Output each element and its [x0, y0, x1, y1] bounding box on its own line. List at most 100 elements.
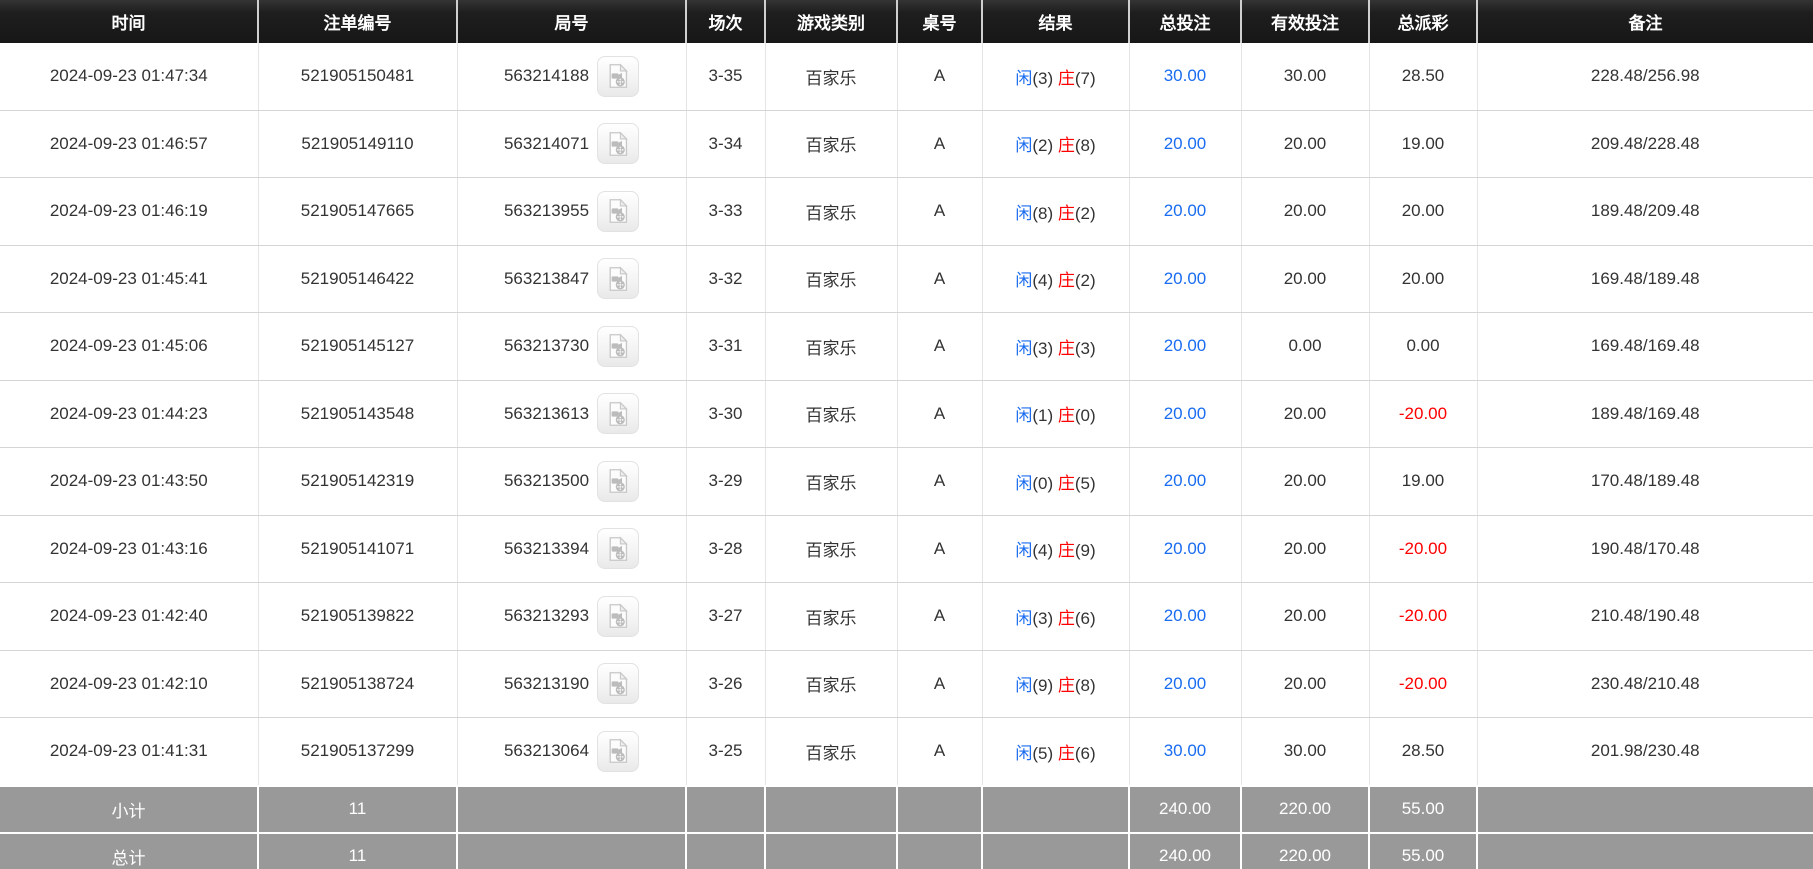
- cell-remark: 209.48/228.48: [1477, 110, 1813, 178]
- cell-payout: 20.00: [1369, 245, 1477, 313]
- video-replay-button[interactable]: [597, 326, 639, 367]
- video-file-icon: [605, 671, 631, 697]
- cell-valid-bet: 20.00: [1241, 178, 1369, 246]
- cell-remark: 201.98/230.48: [1477, 718, 1813, 786]
- video-replay-button[interactable]: [597, 393, 639, 434]
- column-header-game_type: 游戏类别: [765, 0, 897, 43]
- total-row: 总计11240.00220.0055.00: [0, 833, 1813, 869]
- player-result-score: (0): [1032, 474, 1053, 493]
- column-header-result: 结果: [982, 0, 1129, 43]
- cell-total-bet: 20.00: [1129, 448, 1241, 516]
- cell-round-id: 563213394: [457, 515, 686, 583]
- cell-game-type: 百家乐: [765, 583, 897, 651]
- footer-empty-result: [982, 786, 1129, 833]
- cell-valid-bet: 30.00: [1241, 43, 1369, 110]
- cell-game-type: 百家乐: [765, 245, 897, 313]
- cell-game-type: 百家乐: [765, 178, 897, 246]
- cell-bet-id: 521905145127: [258, 313, 457, 381]
- round-number: 563213394: [504, 539, 589, 559]
- cell-bet-id: 521905137299: [258, 718, 457, 786]
- cell-game-type: 百家乐: [765, 110, 897, 178]
- cell-table-no: A: [897, 718, 982, 786]
- player-result-label: 闲: [1015, 676, 1032, 695]
- footer-total-bet: 240.00: [1129, 786, 1241, 833]
- cell-bet-id: 521905138724: [258, 650, 457, 718]
- cell-table-no: A: [897, 650, 982, 718]
- video-replay-button[interactable]: [597, 123, 639, 164]
- cell-payout: 0.00: [1369, 313, 1477, 381]
- table-footer: 小计11240.00220.0055.00总计11240.00220.0055.…: [0, 786, 1813, 869]
- cell-session: 3-29: [686, 448, 765, 516]
- cell-session: 3-33: [686, 178, 765, 246]
- player-result-label: 闲: [1015, 271, 1032, 290]
- video-replay-button[interactable]: [597, 596, 639, 637]
- cell-session: 3-26: [686, 650, 765, 718]
- player-result-label: 闲: [1015, 609, 1032, 628]
- cell-payout: 28.50: [1369, 718, 1477, 786]
- video-replay-button[interactable]: [597, 258, 639, 299]
- cell-result: 闲(4) 庄(2): [982, 245, 1129, 313]
- video-file-icon: [605, 738, 631, 764]
- cell-game-type: 百家乐: [765, 515, 897, 583]
- video-file-icon: [605, 63, 631, 89]
- video-replay-button[interactable]: [597, 663, 639, 704]
- footer-label: 总计: [0, 833, 258, 869]
- video-replay-button[interactable]: [597, 191, 639, 232]
- video-replay-button[interactable]: [597, 731, 639, 772]
- table-row: 2024-09-23 01:45:06521905145127563213730…: [0, 313, 1813, 381]
- video-replay-button[interactable]: [597, 528, 639, 569]
- round-number: 563214071: [504, 134, 589, 154]
- cell-result: 闲(3) 庄(7): [982, 43, 1129, 110]
- cell-total-bet: 20.00: [1129, 178, 1241, 246]
- cell-remark: 169.48/169.48: [1477, 313, 1813, 381]
- footer-empty-session: [686, 786, 765, 833]
- cell-bet-id: 521905142319: [258, 448, 457, 516]
- video-file-icon: [605, 131, 631, 157]
- cell-remark: 190.48/170.48: [1477, 515, 1813, 583]
- footer-payout: 55.00: [1369, 786, 1477, 833]
- banker-result-score: (6): [1075, 744, 1096, 763]
- video-replay-button[interactable]: [597, 56, 639, 97]
- table-body: 2024-09-23 01:47:34521905150481563214188…: [0, 43, 1813, 786]
- cell-bet-id: 521905141071: [258, 515, 457, 583]
- video-file-icon: [605, 333, 631, 359]
- video-file-icon: [605, 536, 631, 562]
- cell-valid-bet: 20.00: [1241, 583, 1369, 651]
- cell-payout: -20.00: [1369, 650, 1477, 718]
- banker-result-label: 庄: [1058, 744, 1075, 763]
- banker-result-score: (8): [1075, 136, 1096, 155]
- column-header-valid_bet: 有效投注: [1241, 0, 1369, 43]
- video-file-icon: [605, 401, 631, 427]
- banker-result-score: (8): [1075, 676, 1096, 695]
- cell-total-bet: 20.00: [1129, 515, 1241, 583]
- footer-empty-round: [457, 833, 686, 869]
- table-row: 2024-09-23 01:43:16521905141071563213394…: [0, 515, 1813, 583]
- cell-session: 3-31: [686, 313, 765, 381]
- cell-valid-bet: 20.00: [1241, 245, 1369, 313]
- table-row: 2024-09-23 01:44:23521905143548563213613…: [0, 380, 1813, 448]
- table-row: 2024-09-23 01:46:19521905147665563213955…: [0, 178, 1813, 246]
- cell-time: 2024-09-23 01:46:19: [0, 178, 258, 246]
- cell-valid-bet: 20.00: [1241, 650, 1369, 718]
- column-header-total_bet: 总投注: [1129, 0, 1241, 43]
- banker-result-label: 庄: [1058, 474, 1075, 493]
- video-replay-button[interactable]: [597, 461, 639, 502]
- cell-bet-id: 521905146422: [258, 245, 457, 313]
- cell-time: 2024-09-23 01:41:31: [0, 718, 258, 786]
- cell-round-id: 563213190: [457, 650, 686, 718]
- cell-result: 闲(4) 庄(9): [982, 515, 1129, 583]
- round-number: 563213293: [504, 606, 589, 626]
- cell-total-bet: 20.00: [1129, 245, 1241, 313]
- round-number: 563213500: [504, 471, 589, 491]
- cell-total-bet: 20.00: [1129, 380, 1241, 448]
- player-result-score: (5): [1032, 744, 1053, 763]
- column-header-session: 场次: [686, 0, 765, 43]
- video-file-icon: [605, 198, 631, 224]
- cell-round-id: 563213064: [457, 718, 686, 786]
- column-header-remark: 备注: [1477, 0, 1813, 43]
- column-header-bet_id: 注单编号: [258, 0, 457, 43]
- footer-empty-round: [457, 786, 686, 833]
- footer-count: 11: [258, 833, 457, 869]
- cell-bet-id: 521905139822: [258, 583, 457, 651]
- cell-time: 2024-09-23 01:45:06: [0, 313, 258, 381]
